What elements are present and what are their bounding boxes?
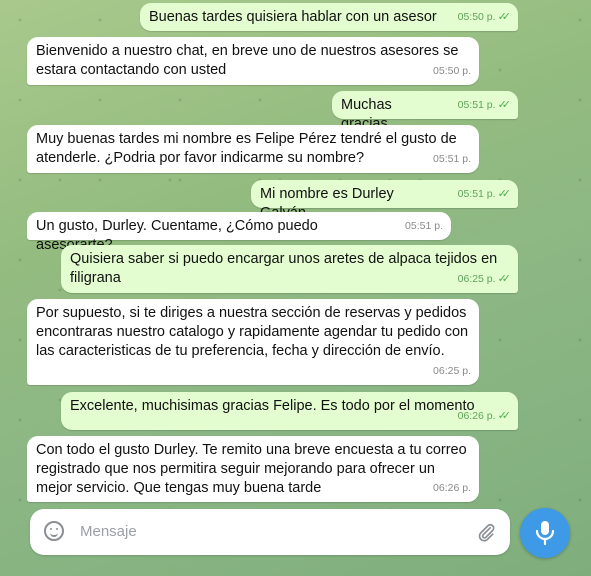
microphone-icon — [535, 521, 555, 546]
paperclip-icon[interactable] — [476, 520, 496, 544]
message-time: 05:51 p. — [405, 220, 443, 232]
read-checkmarks-icon: ✓✓ — [497, 11, 512, 23]
message-text: Muy buenas tardes mi nombre es Felipe Pé… — [36, 131, 457, 166]
message-bubble-outgoing[interactable]: Mi nombre es Durley Galván 05:51 p.✓✓ — [251, 180, 518, 221]
message-bubble-incoming[interactable]: Bienvenido a nuestro chat, en breve uno … — [27, 37, 479, 85]
message-time: 06:25 p. — [457, 273, 496, 285]
message-meta: 05:51 p. ✓✓ — [457, 185, 512, 204]
message-bubble-incoming[interactable]: Un gusto, Durley. Cuentame, ¿Cómo puedo … — [27, 212, 451, 253]
read-checkmarks-icon: ✓✓ — [497, 410, 512, 422]
message-meta: 05:51 p. ✓✓ — [457, 96, 512, 115]
message-meta: 06:26 p. ✓✓ — [457, 407, 512, 426]
message-meta: 05:51 p. — [405, 217, 443, 236]
message-bubble-outgoing[interactable]: Excelente, muchisimas gracias Felipe. Es… — [61, 392, 518, 430]
message-time: 05:51 p. — [457, 188, 496, 200]
message-text: Quisiera saber si puedo encargar unos ar… — [70, 251, 498, 286]
message-bubble-incoming[interactable]: Por supuesto, si te diriges a nuestra se… — [27, 299, 479, 385]
message-text: Excelente, muchisimas gracias Felipe. Es… — [70, 398, 475, 414]
message-text: Buenas tardes quisiera hablar con un ase… — [149, 9, 437, 25]
message-time: 05:51 p. — [433, 153, 471, 165]
message-time: 05:50 p. — [433, 65, 471, 77]
message-time: 05:50 p. — [457, 11, 496, 23]
message-meta: 06:25 p. — [433, 362, 471, 381]
read-checkmarks-icon: ✓✓ — [497, 273, 512, 285]
message-meta: 06:25 p. ✓✓ — [457, 270, 512, 289]
message-input[interactable]: Mensaje — [80, 523, 137, 540]
message-composer[interactable]: Mensaje — [30, 509, 510, 555]
voice-record-button[interactable] — [520, 508, 570, 558]
message-meta: 05:51 p. — [433, 150, 471, 169]
message-meta: 06:26 p. — [433, 479, 471, 498]
message-text: Por supuesto, si te diriges a nuestra se… — [36, 305, 469, 359]
read-checkmarks-icon: ✓✓ — [497, 99, 512, 111]
message-meta: 05:50 p. ✓✓ — [457, 8, 512, 27]
read-checkmarks-icon: ✓✓ — [497, 188, 512, 200]
emoji-icon[interactable] — [44, 521, 64, 541]
message-time: 06:26 p. — [457, 410, 496, 422]
message-bubble-outgoing[interactable]: Buenas tardes quisiera hablar con un ase… — [140, 3, 518, 31]
message-text: Con todo el gusto Durley. Te remito una … — [36, 442, 467, 496]
message-text: Bienvenido a nuestro chat, en breve uno … — [36, 43, 459, 78]
message-bubble-outgoing[interactable]: Quisiera saber si puedo encargar unos ar… — [61, 245, 518, 293]
message-bubble-incoming[interactable]: Muy buenas tardes mi nombre es Felipe Pé… — [27, 125, 479, 173]
message-bubble-outgoing[interactable]: Muchas gracias 05:51 p. ✓✓ — [332, 91, 518, 132]
message-time: 06:25 p. — [433, 365, 471, 377]
message-time: 05:51 p. — [457, 99, 496, 111]
message-bubble-incoming[interactable]: Con todo el gusto Durley. Te remito una … — [27, 436, 479, 502]
message-meta: 05:50 p. — [433, 62, 471, 81]
message-time: 06:26 p. — [433, 482, 471, 494]
